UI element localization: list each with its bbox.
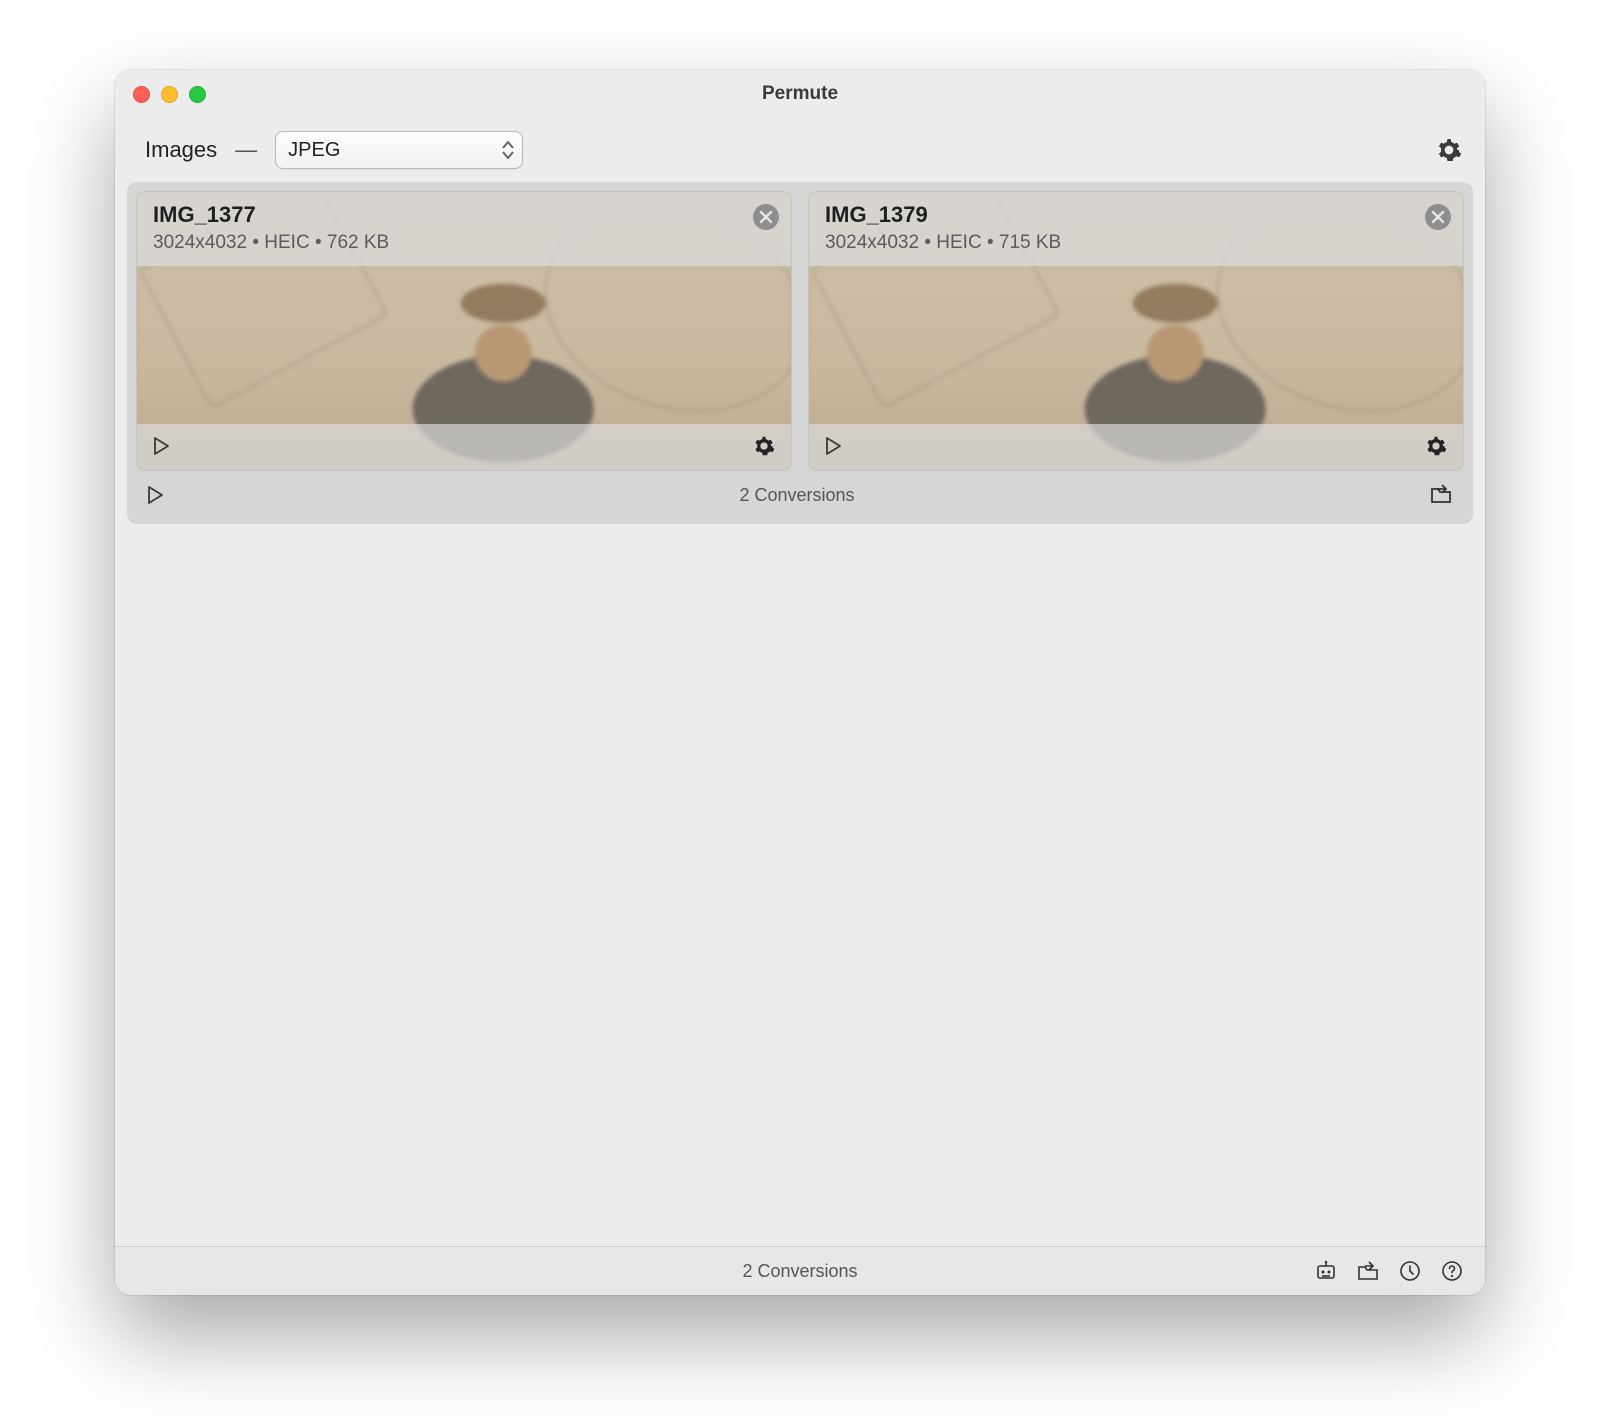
folder-arrow-icon (1356, 1259, 1380, 1283)
file-meta: 3024x4032 • HEIC • 762 KB (153, 232, 775, 254)
group-footer: 2 Conversions (137, 470, 1463, 514)
status-bar: 2 Conversions (115, 1246, 1485, 1295)
gear-icon (753, 435, 775, 457)
help-button[interactable] (1439, 1258, 1465, 1284)
window-title: Permute (115, 83, 1485, 105)
toolbar-separator: — (235, 137, 257, 163)
play-icon (151, 436, 171, 456)
conversion-items: IMG_1377 3024x4032 • HEIC • 762 KB (137, 192, 1463, 470)
group-count-label: 2 Conversions (165, 485, 1429, 506)
file-dimensions: 3024x4032 (153, 232, 247, 253)
item-settings-button[interactable] (1425, 435, 1449, 459)
close-window-button[interactable] (133, 86, 150, 103)
card-header: IMG_1379 3024x4032 • HEIC • 715 KB (809, 192, 1463, 266)
remove-item-button[interactable] (1425, 204, 1451, 230)
file-format: HEIC (264, 232, 309, 253)
gear-icon (1425, 435, 1447, 457)
titlebar: Permute (115, 70, 1485, 118)
reveal-all-button[interactable] (1355, 1258, 1381, 1284)
close-icon (1431, 210, 1445, 224)
file-name: IMG_1377 (153, 202, 775, 228)
zoom-window-button[interactable] (189, 86, 206, 103)
app-window: Permute Images — JPEG (115, 70, 1485, 1295)
folder-arrow-icon (1429, 482, 1453, 506)
file-size: 715 KB (999, 232, 1061, 253)
chevron-up-down-icon (502, 141, 514, 159)
history-button[interactable] (1397, 1258, 1423, 1284)
start-item-button[interactable] (823, 436, 845, 458)
format-select-value: JPEG (288, 139, 340, 162)
start-group-button[interactable] (145, 485, 165, 505)
robot-helper-button[interactable] (1313, 1258, 1339, 1284)
close-icon (759, 210, 773, 224)
category-label: Images (145, 137, 217, 163)
clock-icon (1398, 1259, 1422, 1283)
card-footer (809, 424, 1463, 470)
empty-area (115, 524, 1485, 1246)
file-dimensions: 3024x4032 (825, 232, 919, 253)
file-meta: 3024x4032 • HEIC • 715 KB (825, 232, 1447, 254)
question-icon (1440, 1259, 1464, 1283)
conversion-card[interactable]: IMG_1379 3024x4032 • HEIC • 715 KB (809, 192, 1463, 470)
window-controls (133, 86, 206, 103)
file-name: IMG_1379 (825, 202, 1447, 228)
format-select[interactable]: JPEG (275, 131, 523, 169)
start-item-button[interactable] (151, 436, 173, 458)
play-icon (823, 436, 843, 456)
status-count-label: 2 Conversions (115, 1261, 1485, 1282)
minimize-window-button[interactable] (161, 86, 178, 103)
toolbar: Images — JPEG (115, 118, 1485, 182)
card-footer (137, 424, 791, 470)
remove-item-button[interactable] (753, 204, 779, 230)
card-header: IMG_1377 3024x4032 • HEIC • 762 KB (137, 192, 791, 266)
conversion-group: IMG_1377 3024x4032 • HEIC • 762 KB (127, 182, 1473, 524)
robot-icon (1314, 1259, 1338, 1283)
reveal-in-finder-button[interactable] (1429, 482, 1455, 508)
play-icon (145, 485, 165, 505)
file-size: 762 KB (327, 232, 389, 253)
group-settings-button[interactable] (1435, 136, 1463, 164)
item-settings-button[interactable] (753, 435, 777, 459)
file-format: HEIC (936, 232, 981, 253)
gear-icon (1436, 137, 1462, 163)
conversion-card[interactable]: IMG_1377 3024x4032 • HEIC • 762 KB (137, 192, 791, 470)
